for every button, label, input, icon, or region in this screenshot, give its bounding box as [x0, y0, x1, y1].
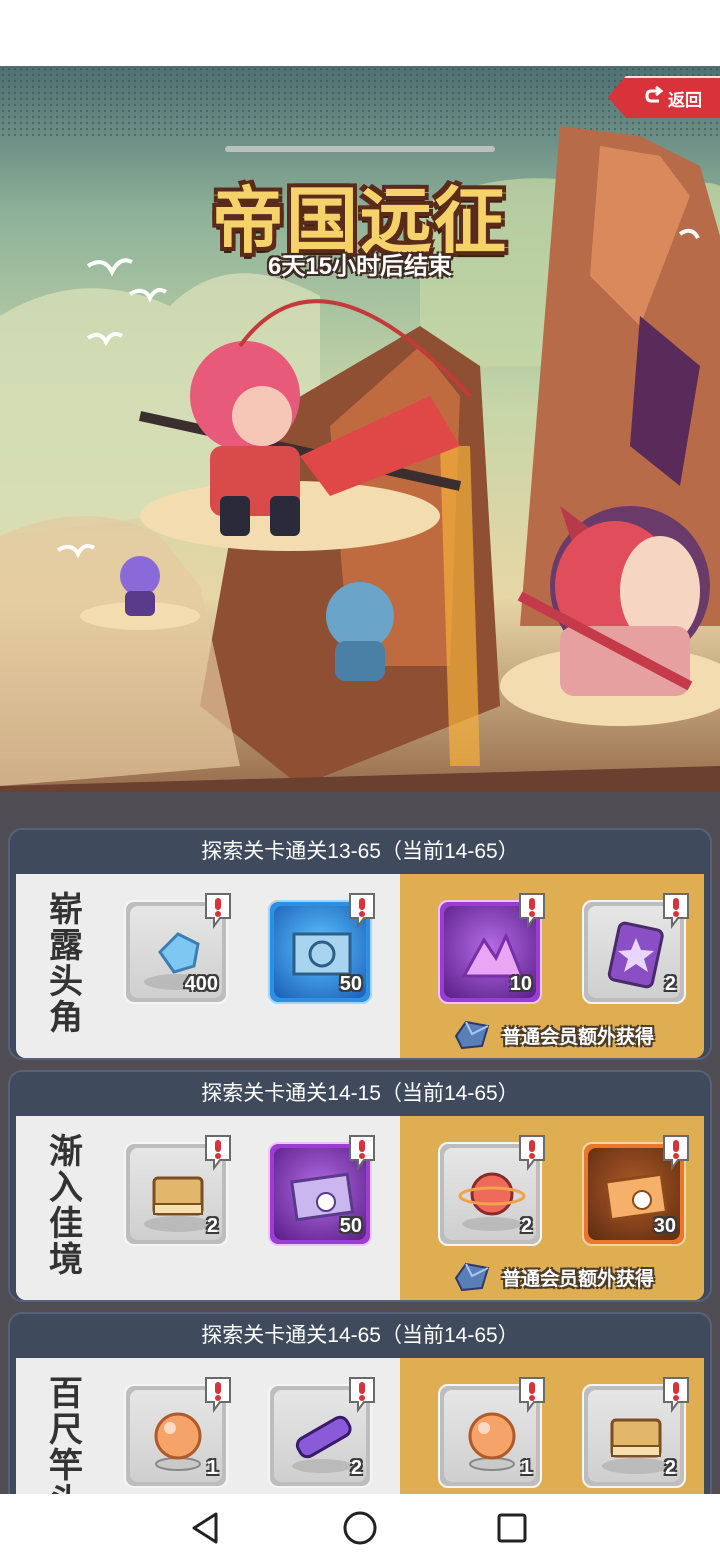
free-reward-item[interactable]: 2 [268, 1377, 375, 1488]
back-triangle-icon[interactable] [186, 1508, 226, 1548]
reward-count: 2 [664, 973, 676, 995]
free-reward-item[interactable]: 50 [268, 1135, 375, 1246]
status-bar [0, 0, 720, 66]
info-alert-icon[interactable] [516, 1374, 548, 1414]
return-arrow-icon [645, 86, 664, 103]
rewards-list[interactable]: 探索关卡通关13-65（当前14-65） 崭露头角 400 50 10 2 普通会员额外获得… [0, 792, 720, 1544]
free-reward-item[interactable]: 1 [124, 1377, 231, 1488]
back-button[interactable]: 返回 [608, 76, 720, 118]
tier-name: 崭露头角 [49, 891, 83, 1037]
member-bonus-label: 普通会员额外获得 [502, 1027, 655, 1048]
drag-handle[interactable] [225, 146, 495, 152]
premium-reward-item[interactable]: 1 [438, 1377, 545, 1488]
info-alert-icon[interactable] [346, 890, 378, 930]
screen: 返回 帝国远征 6天15小时后结束 探索关卡通关13-65（当前14-65） 崭露… [0, 0, 720, 1560]
tier-requirement: 探索关卡通关14-65（当前14-65） [201, 1324, 519, 1347]
member-gem-icon [452, 1016, 492, 1052]
reward-count: 30 [653, 1215, 676, 1237]
reward-count: 1 [206, 1457, 218, 1479]
member-gem-icon [452, 1258, 492, 1294]
reward-count: 2 [520, 1215, 532, 1237]
small-hero [120, 556, 160, 616]
info-alert-icon[interactable] [660, 890, 692, 930]
premium-reward-item[interactable]: 2 [582, 893, 689, 1004]
premium-reward-item[interactable]: 10 [438, 893, 545, 1004]
cloud [0, 516, 240, 786]
info-alert-icon[interactable] [660, 1132, 692, 1172]
premium-reward-item[interactable]: 30 [582, 1135, 689, 1246]
system-navigation-bar [0, 1494, 720, 1560]
reward-count: 10 [509, 973, 532, 995]
reward-tier: 探索关卡通关13-65（当前14-65） 崭露头角 400 50 10 2 普通会员额外获得 [8, 828, 712, 1060]
reward-count: 2 [350, 1457, 362, 1479]
tier-body: 渐入佳境 2 50 2 30 普通会员额外获得 [16, 1116, 704, 1300]
home-circle-icon[interactable] [340, 1508, 380, 1548]
tier-name: 渐入佳境 [49, 1133, 83, 1279]
premium-reward-item[interactable]: 2 [438, 1135, 545, 1246]
premium-reward-item[interactable]: 2 [582, 1377, 689, 1488]
info-alert-icon[interactable] [202, 890, 234, 930]
reward-count: 50 [339, 973, 362, 995]
reward-count: 50 [339, 1215, 362, 1237]
reward-count: 2 [664, 1457, 676, 1479]
back-button-shape [608, 76, 720, 118]
back-button-label: 返回 [668, 91, 702, 110]
recents-square-icon[interactable] [492, 1508, 532, 1548]
info-alert-icon[interactable] [202, 1132, 234, 1172]
wolf-hero [326, 582, 394, 681]
info-alert-icon[interactable] [516, 890, 548, 930]
info-alert-icon[interactable] [346, 1374, 378, 1414]
reward-tier: 探索关卡通关14-15（当前14-65） 渐入佳境 2 50 2 30 普通会员额外获得 [8, 1070, 712, 1302]
tier-requirement: 探索关卡通关14-15（当前14-65） [201, 1082, 519, 1105]
event-countdown: 6天15小时后结束 [267, 253, 453, 280]
info-alert-icon[interactable] [660, 1374, 692, 1414]
member-bonus-label: 普通会员额外获得 [502, 1269, 655, 1290]
info-alert-icon[interactable] [516, 1132, 548, 1172]
reward-count: 2 [206, 1215, 218, 1237]
tier-requirement: 探索关卡通关13-65（当前14-65） [201, 840, 519, 863]
tier-body: 崭露头角 400 50 10 2 普通会员额外获得 [16, 874, 704, 1058]
info-alert-icon[interactable] [346, 1132, 378, 1172]
reward-count: 400 [184, 973, 218, 995]
free-reward-item[interactable]: 50 [268, 893, 375, 1004]
free-reward-item[interactable]: 400 [124, 893, 231, 1004]
free-reward-item[interactable]: 2 [124, 1135, 231, 1246]
info-alert-icon[interactable] [202, 1374, 234, 1414]
reward-count: 1 [520, 1457, 532, 1479]
